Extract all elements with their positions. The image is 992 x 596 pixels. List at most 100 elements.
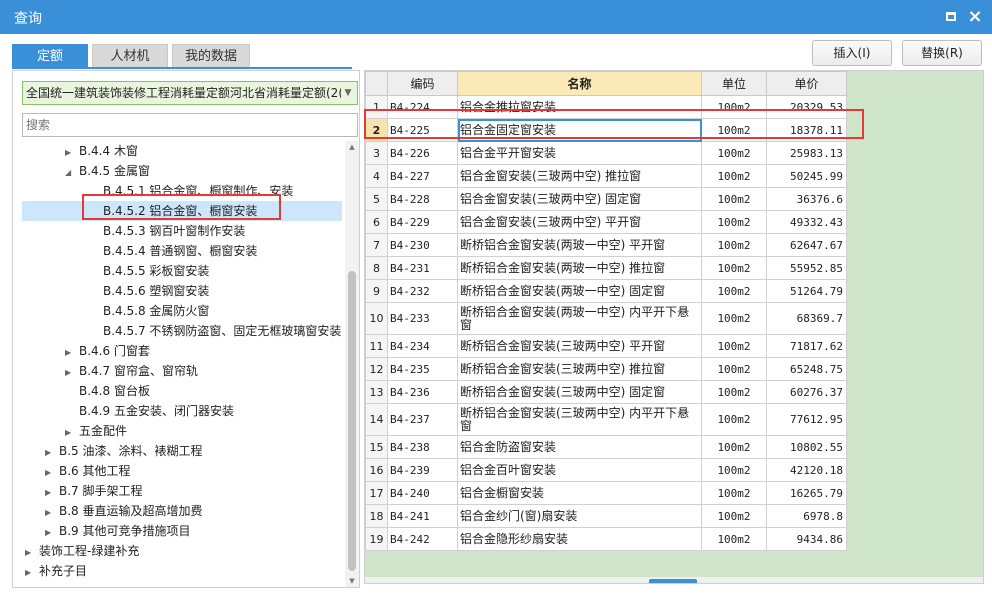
cell-name[interactable]: 铝合金纱门(窗)扇安装 [457, 504, 702, 528]
cell-name[interactable]: 断桥铝合金窗安装(两玻一中空) 平开窗 [457, 233, 702, 257]
cell-code[interactable]: B4-232 [387, 279, 458, 303]
tree-item[interactable]: B.4.8 窗台板 [79, 381, 150, 401]
tree-item[interactable]: ▶ B.4.4 木窗 [65, 141, 138, 161]
cell-unit[interactable]: 100m2 [701, 504, 767, 528]
collapse-icon[interactable]: ◢ [65, 163, 79, 183]
expand-icon[interactable]: ▶ [45, 523, 59, 543]
cell-unit[interactable]: 100m2 [701, 187, 767, 211]
cell-unit[interactable]: 100m2 [701, 435, 767, 459]
tree-item[interactable]: ▶ B.7 脚手架工程 [45, 481, 143, 501]
cell-price[interactable]: 36376.6 [766, 187, 847, 211]
cell-price[interactable]: 25983.13 [766, 141, 847, 165]
table-row[interactable]: 7 B4-230 断桥铝合金窗安装(两玻一中空) 平开窗 100m2 62647.67 [365, 233, 847, 257]
cell-price[interactable]: 51264.79 [766, 279, 847, 303]
cell-name[interactable]: 铝合金窗安装(三玻两中空) 固定窗 [457, 187, 702, 211]
tree-item[interactable]: ▶ 补充子目 [25, 561, 87, 581]
tree-item-selected[interactable]: B.4.5.2 铝合金窗、橱窗安装 [22, 201, 342, 221]
cell-unit[interactable]: 100m2 [701, 458, 767, 482]
maximize-icon[interactable] [942, 8, 960, 26]
tree-item[interactable]: B.4.5.7 不锈钢防盗窗、固定无框玻璃窗安装 [103, 321, 341, 341]
cell-unit[interactable]: 100m2 [701, 233, 767, 257]
table-row[interactable]: 13 B4-236 断桥铝合金窗安装(三玻两中空) 固定窗 100m2 60276.37 [365, 380, 847, 404]
scroll-down-icon[interactable]: ▼ [347, 577, 357, 585]
cell-name[interactable]: 断桥铝合金窗安装(三玻两中空) 固定窗 [457, 380, 702, 404]
cell-code[interactable]: B4-225 [387, 118, 458, 142]
row-index[interactable]: 14 [365, 403, 388, 436]
tree-item[interactable]: ▶ 五金配件 [65, 421, 127, 441]
grid-hscrollbar[interactable] [365, 577, 983, 583]
cell-unit[interactable]: 100m2 [701, 380, 767, 404]
row-index[interactable]: 4 [365, 164, 388, 188]
insert-button[interactable]: 插入(I) [812, 40, 892, 66]
cell-code[interactable]: B4-224 [387, 95, 458, 119]
cell-code[interactable]: B4-226 [387, 141, 458, 165]
column-header-price[interactable]: 单价 [766, 71, 847, 96]
table-row[interactable]: 19 B4-242 铝合金隐形纱扇安装 100m2 9434.86 [365, 527, 847, 551]
cell-price[interactable]: 18378.11 [766, 118, 847, 142]
tree-item[interactable]: B.4.5.8 金属防火窗 [103, 301, 209, 321]
table-row[interactable]: 16 B4-239 铝合金百叶窗安装 100m2 42120.18 [365, 458, 847, 482]
cell-price[interactable]: 62647.67 [766, 233, 847, 257]
row-index[interactable]: 9 [365, 279, 388, 303]
column-header-unit[interactable]: 单位 [701, 71, 767, 96]
tree-item[interactable]: B.4.5.3 钢百叶窗制作安装 [103, 221, 245, 241]
row-index[interactable]: 1 [365, 95, 388, 119]
cell-unit[interactable]: 100m2 [701, 527, 767, 551]
row-index[interactable]: 12 [365, 357, 388, 381]
cell-code[interactable]: B4-227 [387, 164, 458, 188]
tree-item[interactable]: ▶ B.4.7 窗帘盒、窗帘轨 [65, 361, 198, 381]
cell-code[interactable]: B4-241 [387, 504, 458, 528]
expand-icon[interactable]: ▶ [45, 443, 59, 463]
cell-unit[interactable]: 100m2 [701, 357, 767, 381]
table-row[interactable]: 6 B4-229 铝合金窗安装(三玻两中空) 平开窗 100m2 49332.43 [365, 210, 847, 234]
tree-item[interactable]: ▶ B.9 其他可竞争措施项目 [45, 521, 191, 541]
cell-unit[interactable]: 100m2 [701, 279, 767, 303]
cell-code[interactable]: B4-229 [387, 210, 458, 234]
cell-price[interactable]: 60276.37 [766, 380, 847, 404]
table-row[interactable]: 10 B4-233 断桥铝合金窗安装(两玻一中空) 内平开下悬窗 100m2 68369… [365, 302, 847, 335]
cell-code[interactable]: B4-239 [387, 458, 458, 482]
cell-name[interactable]: 断桥铝合金窗安装(三玻两中空) 内平开下悬窗 [457, 403, 702, 436]
scrollbar-thumb[interactable] [649, 579, 697, 583]
library-select[interactable]: 全国统一建筑装饰装修工程消耗量定额河北省消耗量定额(2( ▼ [22, 81, 358, 105]
tree-item[interactable]: B.4.9 五金安装、闭门器安装 [79, 401, 234, 421]
scroll-up-icon[interactable]: ▲ [347, 143, 357, 151]
expand-icon[interactable]: ▶ [65, 363, 79, 383]
expand-icon[interactable]: ▶ [25, 563, 39, 583]
cell-code[interactable]: B4-236 [387, 380, 458, 404]
table-row[interactable]: 3 B4-226 铝合金平开窗安装 100m2 25983.13 [365, 141, 847, 165]
cell-name[interactable]: 铝合金推拉窗安装 [457, 95, 702, 119]
expand-icon[interactable]: ▶ [45, 463, 59, 483]
cell-price[interactable]: 6978.8 [766, 504, 847, 528]
cell-price[interactable]: 50245.99 [766, 164, 847, 188]
cell-price[interactable]: 65248.75 [766, 357, 847, 381]
cell-unit[interactable]: 100m2 [701, 334, 767, 358]
cell-code[interactable]: B4-242 [387, 527, 458, 551]
row-index[interactable]: 11 [365, 334, 388, 358]
row-index[interactable]: 7 [365, 233, 388, 257]
tree-item[interactable]: ▶ B.8 垂直运输及超高增加费 [45, 501, 203, 521]
table-row[interactable]: 4 B4-227 铝合金窗安装(三玻两中空) 推拉窗 100m2 50245.99 [365, 164, 847, 188]
cell-name[interactable]: 断桥铝合金窗安装(两玻一中空) 内平开下悬窗 [457, 302, 702, 335]
cell-name[interactable]: 铝合金百叶窗安装 [457, 458, 702, 482]
cell-price[interactable]: 49332.43 [766, 210, 847, 234]
cell-price[interactable]: 68369.7 [766, 302, 847, 335]
cell-name[interactable]: 铝合金防盗窗安装 [457, 435, 702, 459]
table-row[interactable]: 2 B4-225 铝合金固定窗安装 100m2 18378.11 [365, 118, 847, 142]
expand-icon[interactable]: ▶ [25, 543, 39, 563]
table-row[interactable]: 12 B4-235 断桥铝合金窗安装(三玻两中空) 推拉窗 100m2 65248.75 [365, 357, 847, 381]
table-row[interactable]: 18 B4-241 铝合金纱门(窗)扇安装 100m2 6978.8 [365, 504, 847, 528]
tree-item[interactable]: B.4.5.4 普通钢窗、橱窗安装 [103, 241, 257, 261]
cell-code[interactable]: B4-228 [387, 187, 458, 211]
column-header-name[interactable]: 名称 [457, 71, 702, 96]
cell-code[interactable]: B4-231 [387, 256, 458, 280]
row-index[interactable]: 6 [365, 210, 388, 234]
row-index[interactable]: 19 [365, 527, 388, 551]
tree-item[interactable]: ◢ B.4.5 金属窗 [65, 161, 150, 181]
tree-item[interactable]: ▶ B.4.6 门窗套 [65, 341, 150, 361]
cell-price[interactable]: 20329.53 [766, 95, 847, 119]
expand-icon[interactable]: ▶ [45, 483, 59, 503]
replace-button[interactable]: 替换(R) [902, 40, 982, 66]
table-row[interactable]: 9 B4-232 断桥铝合金窗安装(两玻一中空) 固定窗 100m2 51264.79 [365, 279, 847, 303]
cell-code[interactable]: B4-237 [387, 403, 458, 436]
